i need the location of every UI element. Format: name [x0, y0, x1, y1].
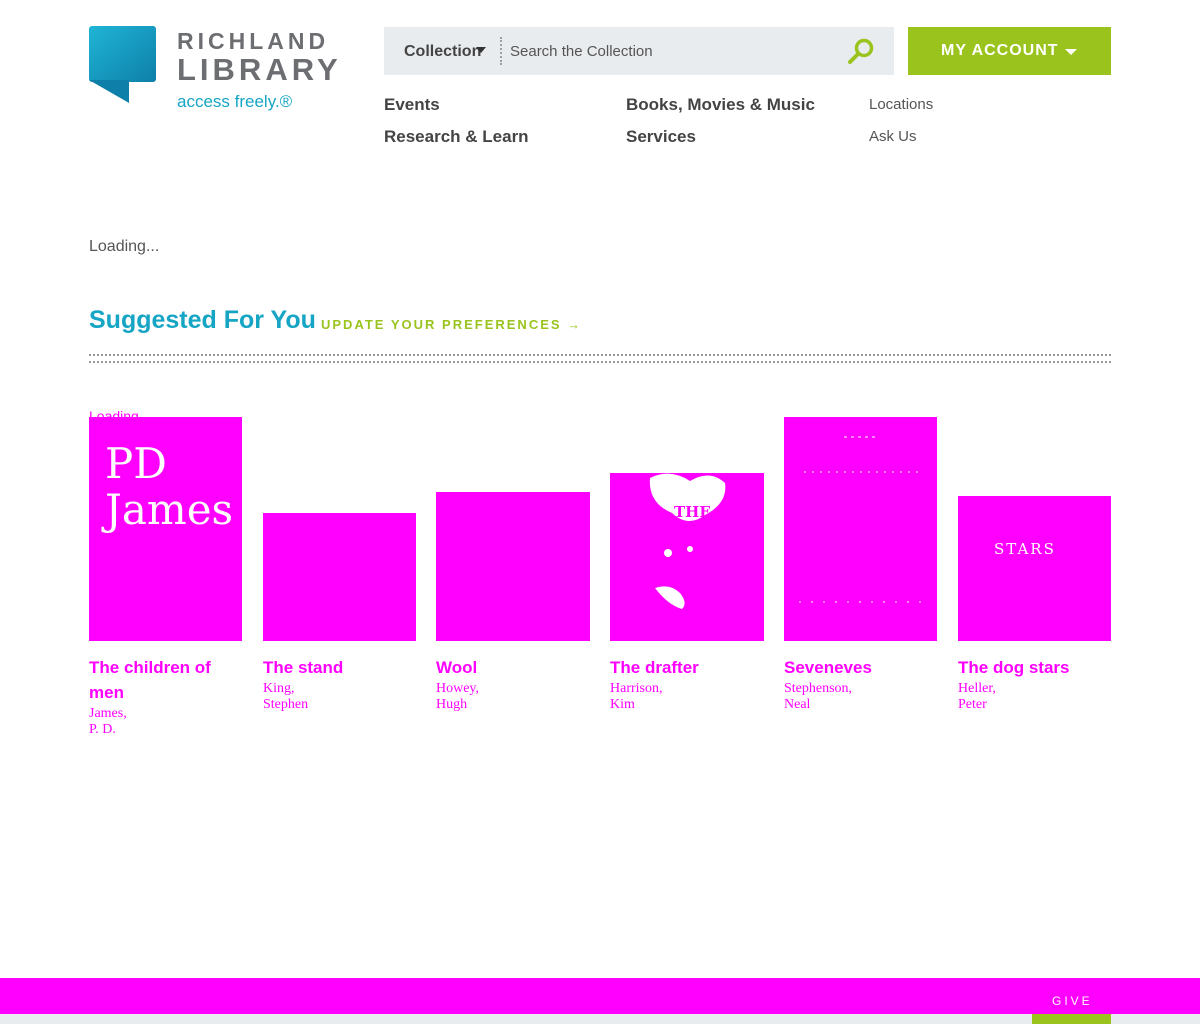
logo-name-line2: LIBRARY: [177, 52, 342, 87]
nav-events[interactable]: Events: [384, 95, 440, 115]
cover-art-icon: [649, 473, 726, 609]
nav-locations[interactable]: Locations: [869, 96, 933, 113]
search-input[interactable]: [510, 35, 840, 67]
my-account-label: MY ACCOUNT: [941, 42, 1059, 59]
give-link[interactable]: GIVE: [1052, 994, 1093, 1008]
book-author: King, Stephen: [263, 681, 309, 712]
book-author: Stephenson, Neal: [784, 681, 853, 712]
search-icon[interactable]: [846, 37, 876, 67]
update-preferences-link[interactable]: UPDATE YOUR PREFERENCES →: [321, 317, 582, 332]
book-cover[interactable]: [436, 492, 590, 641]
book-title[interactable]: The dog stars: [958, 655, 1108, 680]
caret-down-icon: [1065, 49, 1077, 55]
book-author: Howey, Hugh: [436, 681, 480, 712]
book-cover[interactable]: [784, 417, 937, 641]
book-title[interactable]: Wool: [436, 655, 586, 680]
nav-services[interactable]: Services: [626, 127, 696, 147]
footer-bar: [0, 978, 1200, 1014]
book-title[interactable]: The stand: [263, 655, 413, 680]
book-author: James, P. D.: [89, 706, 127, 737]
give-accent: [1032, 1014, 1111, 1024]
loading-text: Loading...: [89, 238, 160, 255]
book-title[interactable]: The drafter: [610, 655, 760, 680]
suggested-heading: Suggested For You: [89, 306, 316, 334]
search-scope-select[interactable]: Collection: [404, 43, 481, 61]
cover-text: THE: [674, 503, 711, 521]
nav-books-movies-music[interactable]: Books, Movies & Music: [626, 95, 815, 115]
nav-ask-us[interactable]: Ask Us: [869, 128, 917, 145]
cover-art-icon: [799, 436, 929, 603]
book-cover[interactable]: THE: [610, 473, 764, 641]
search-divider: [500, 37, 502, 65]
book-title[interactable]: Seveneves: [784, 655, 934, 680]
footer-base: [0, 1014, 1200, 1024]
book-cover[interactable]: PD James: [89, 417, 242, 641]
book-cover[interactable]: [263, 513, 416, 641]
logo-name-line1: RICHLAND: [177, 28, 330, 54]
book-author: Heller, Peter: [958, 681, 996, 712]
section-divider: [89, 354, 1111, 363]
nav-research-learn[interactable]: Research & Learn: [384, 127, 529, 147]
library-logo[interactable]: RICHLAND LIBRARY access freely.®: [89, 26, 349, 116]
book-title[interactable]: The children of men: [89, 655, 239, 705]
cover-text: PD James: [105, 439, 234, 534]
catalog-search-bar: Collection: [384, 27, 894, 75]
book-cover[interactable]: STARS: [958, 496, 1111, 641]
my-account-button[interactable]: MY ACCOUNT: [908, 27, 1111, 75]
scope-caret-down-icon[interactable]: [476, 47, 486, 53]
book-author: Harrison, Kim: [610, 681, 663, 712]
logo-tagline: access freely.®: [177, 92, 293, 111]
speech-bubble-logo-icon: [89, 26, 156, 103]
cover-text: STARS: [994, 540, 1056, 558]
